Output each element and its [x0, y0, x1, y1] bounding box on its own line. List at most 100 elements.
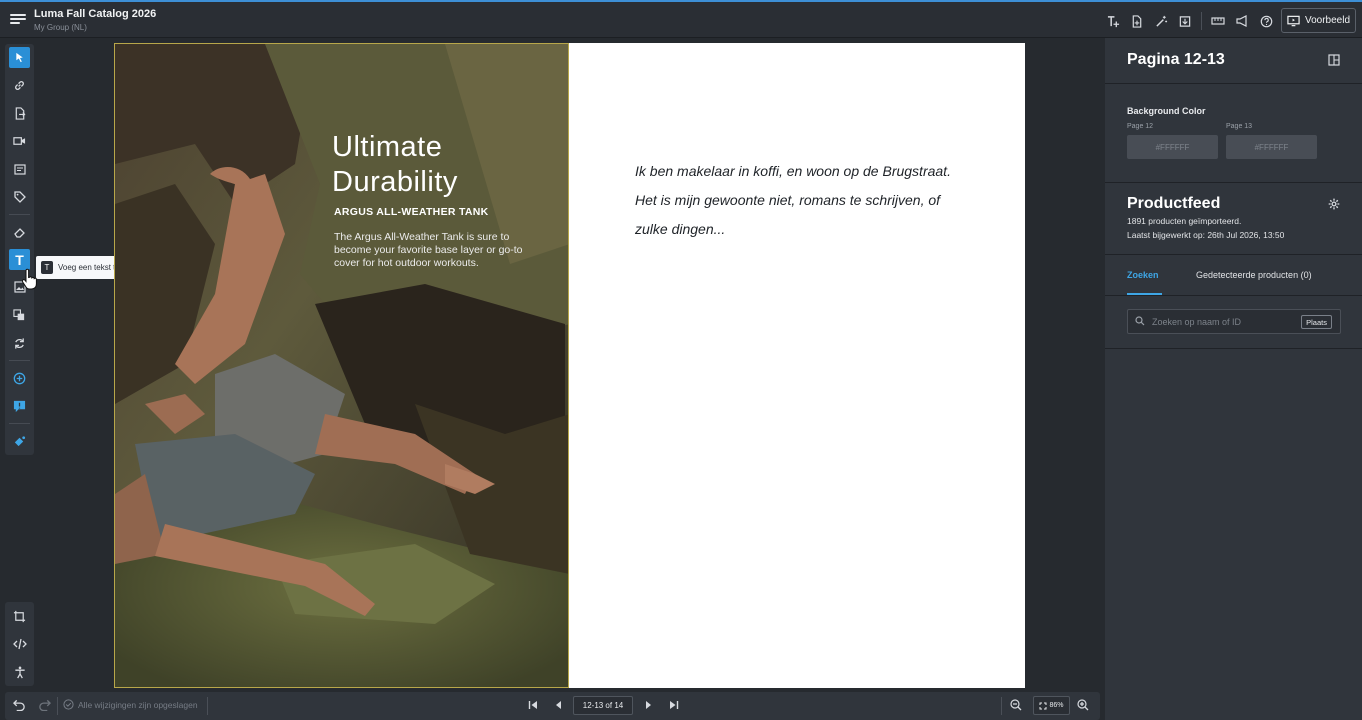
crop-icon — [13, 610, 26, 622]
next-page-icon[interactable] — [645, 699, 653, 713]
magic-wand-icon[interactable] — [1149, 10, 1173, 32]
code-tool-button[interactable] — [5, 630, 34, 658]
headline-line-2: Durability — [332, 166, 458, 198]
bottom-bar: Alle wijzigingen zijn opgeslagen 12-13 o… — [5, 692, 1100, 720]
panel-divider — [1105, 348, 1362, 349]
color-fill-tool-button[interactable] — [5, 427, 34, 455]
add-element-button[interactable] — [5, 364, 34, 392]
previous-page-icon[interactable] — [554, 699, 562, 713]
add-text-variable-icon[interactable] — [1101, 10, 1125, 32]
select-tool-button[interactable] — [9, 47, 30, 68]
last-updated-text: Laatst bijgewerkt op: 26th Jul 2026, 13:… — [1127, 230, 1285, 240]
hamburger-menu-icon[interactable] — [10, 12, 26, 26]
comment-icon — [13, 400, 26, 412]
export-page-icon — [15, 106, 25, 120]
video-icon — [13, 137, 26, 145]
search-icon — [1135, 316, 1145, 329]
select-arrow-icon — [15, 52, 23, 63]
preview-button[interactable]: Voorbeeld — [1281, 8, 1356, 33]
panel-divider — [1105, 83, 1362, 84]
catalog-page-13[interactable]: Ik ben makelaar in koffi, en woon op de … — [569, 43, 1025, 688]
zoom-in-icon[interactable] — [1077, 699, 1089, 714]
save-status: Alle wijzigingen zijn opgeslagen — [63, 699, 198, 710]
toolbar-divider — [9, 214, 30, 215]
video-tool-button[interactable] — [5, 127, 34, 155]
productfeed-title: Productfeed — [1127, 195, 1221, 212]
headline-line-1: Ultimate — [332, 131, 443, 163]
layers-icon — [13, 308, 25, 320]
help-icon[interactable] — [1254, 10, 1278, 32]
top-toolbar — [1101, 10, 1278, 32]
preview-label: Voorbeeld — [1304, 15, 1351, 26]
zoom-out-icon[interactable] — [1010, 699, 1022, 714]
link-tool-button[interactable] — [5, 71, 34, 99]
last-page-icon[interactable] — [669, 699, 679, 713]
gear-icon[interactable] — [1328, 198, 1340, 213]
left-bottom-toolbar — [5, 602, 34, 686]
panel-divider — [1105, 182, 1362, 183]
fit-screen-icon — [1039, 702, 1047, 709]
bottom-divider — [207, 697, 208, 715]
left-toolbar: T — [5, 44, 34, 455]
crop-tool-button[interactable] — [5, 602, 34, 630]
toolbar-divider — [9, 423, 30, 424]
template-icon — [13, 163, 26, 175]
text-tool-button[interactable]: T — [9, 249, 30, 270]
color-fill-icon — [14, 435, 26, 446]
page-indicator[interactable]: 12-13 of 14 — [573, 696, 633, 715]
ruler-icon[interactable] — [1206, 10, 1230, 32]
product-search-field[interactable]: Zoeken op naam of ID Plaats — [1127, 309, 1341, 334]
template-tool-button[interactable] — [5, 155, 34, 183]
page-12-color-input[interactable]: #FFFFFF — [1127, 135, 1218, 159]
document-title: Luma Fall Catalog 2026 — [34, 8, 157, 20]
text-icon: T — [15, 251, 24, 268]
export-page-tool-button[interactable] — [5, 99, 34, 127]
eraser-tool-button[interactable] — [5, 218, 34, 246]
page-headline[interactable]: Ultimate Durability — [332, 130, 458, 200]
page-13-label: Page 13 — [1226, 123, 1253, 130]
panel-divider — [1105, 295, 1362, 296]
code-icon — [12, 638, 27, 650]
background-color-label: Background Color — [1127, 106, 1206, 116]
group-name: My Group (NL) — [34, 23, 87, 32]
bottom-divider — [1001, 697, 1002, 715]
tooltip-shortcut-key: T — [41, 261, 53, 274]
check-circle-icon — [63, 699, 74, 710]
bottom-divider — [57, 697, 58, 715]
refresh-icon — [15, 337, 24, 349]
preview-monitor-icon — [1287, 15, 1300, 26]
first-page-icon[interactable] — [528, 699, 538, 713]
catalog-page-12[interactable]: Ultimate Durability ARGUS ALL-WEATHER TA… — [114, 43, 569, 688]
refresh-tool-button[interactable] — [5, 329, 34, 357]
toolbar-divider — [1201, 12, 1202, 30]
download-icon[interactable] — [1173, 10, 1197, 32]
megaphone-icon[interactable] — [1230, 10, 1254, 32]
zoom-value: 86% — [1049, 702, 1064, 709]
page-layout-icon[interactable] — [1328, 54, 1340, 69]
product-description[interactable]: The Argus All-Weather Tank is sure to be… — [334, 231, 524, 270]
tab-search[interactable]: Zoeken — [1127, 270, 1159, 280]
page-12-label: Page 12 — [1127, 123, 1154, 130]
eraser-icon — [13, 228, 25, 238]
redo-icon[interactable] — [38, 699, 51, 714]
tag-tool-button[interactable] — [5, 183, 34, 211]
place-button[interactable]: Plaats — [1301, 315, 1332, 329]
product-subhead[interactable]: ARGUS ALL-WEATHER TANK — [334, 206, 489, 218]
document-plus-icon[interactable] — [1125, 10, 1149, 32]
undo-icon[interactable] — [13, 699, 26, 714]
panel-title: Pagina 12-13 — [1127, 51, 1225, 68]
page-quote-text[interactable]: Ik ben makelaar in koffi, en woon op de … — [635, 157, 975, 244]
comment-tool-button[interactable] — [5, 392, 34, 420]
tab-detected-products[interactable]: Gedetecteerde producten (0) — [1196, 270, 1312, 280]
accessibility-icon — [14, 666, 25, 678]
panel-divider — [1105, 254, 1362, 255]
products-imported-text: 1891 producten geïmporteerd. — [1127, 216, 1242, 226]
save-status-text: Alle wijzigingen zijn opgeslagen — [78, 699, 198, 710]
top-bar: Luma Fall Catalog 2026 My Group (NL) Voo… — [0, 0, 1362, 38]
page-13-color-input[interactable]: #FFFFFF — [1226, 135, 1317, 159]
search-placeholder: Zoeken op naam of ID — [1152, 317, 1242, 327]
zoom-level[interactable]: 86% — [1033, 696, 1070, 715]
layers-tool-button[interactable] — [5, 301, 34, 329]
accessibility-tool-button[interactable] — [5, 658, 34, 686]
hand-cursor-icon — [21, 268, 37, 290]
